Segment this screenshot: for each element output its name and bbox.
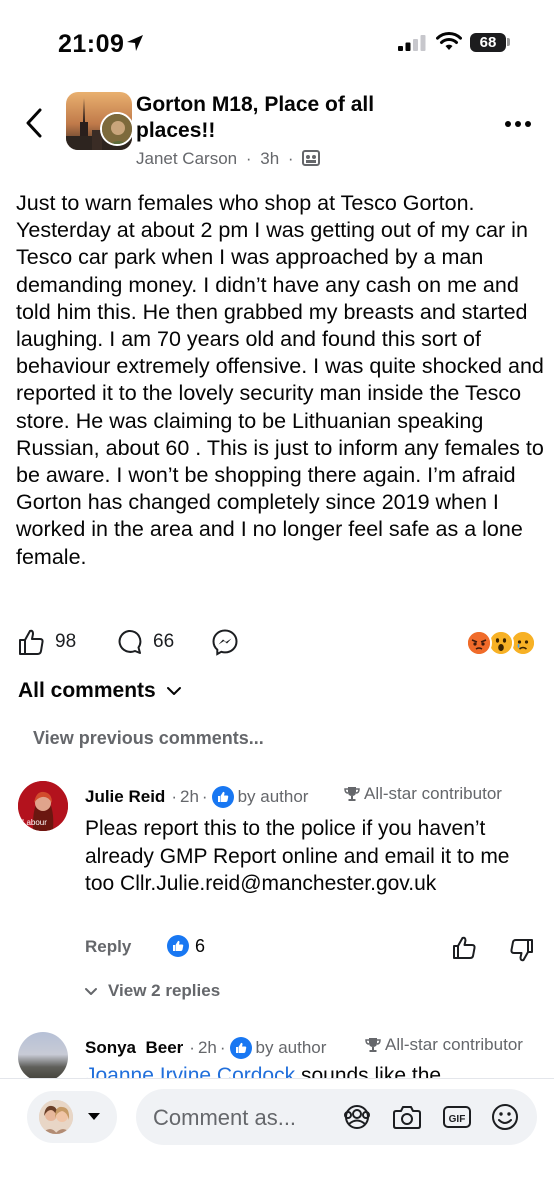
comment-like-count: 6 xyxy=(195,935,206,956)
thumbs-up-badge-icon xyxy=(211,786,234,808)
author-badge-label: by author xyxy=(255,1038,327,1057)
emoji-icon[interactable] xyxy=(490,1103,520,1131)
comment-like-button[interactable] xyxy=(451,935,477,961)
comment-button[interactable]: 66 xyxy=(115,628,174,656)
caret-down-icon xyxy=(88,1113,100,1120)
view-previous-comments-link[interactable]: View previous comments... xyxy=(33,728,264,749)
comment-text: Pleas report this to the police if you h… xyxy=(85,817,510,895)
composer-avatar xyxy=(39,1100,73,1134)
clock: 21:09 xyxy=(58,30,125,58)
comment-actions: Reply 6 xyxy=(85,935,545,965)
reply-button[interactable]: Reply xyxy=(85,937,131,957)
more-horizontal-icon xyxy=(505,121,531,127)
composer-photo-image xyxy=(39,1100,73,1134)
contributor-badge-label: All-star contributor xyxy=(385,1035,523,1054)
battery-cap xyxy=(507,38,510,46)
comment-header: Sonya Beer · 2h · by author xyxy=(85,1037,326,1059)
commenter-avatar[interactable]: Labour xyxy=(18,781,68,831)
messenger-icon xyxy=(212,629,238,656)
chevron-down-icon xyxy=(166,687,181,695)
location-arrow-icon xyxy=(127,35,143,51)
view-replies-link[interactable]: View 2 replies xyxy=(84,981,220,1001)
like-reaction-icon xyxy=(167,935,189,957)
reaction-bar: 98 66 xyxy=(0,624,554,660)
commenter-name[interactable]: Julie Reid xyxy=(85,787,165,807)
author-name[interactable]: Janet Carson xyxy=(136,149,237,168)
contributor-badge-label: All-star contributor xyxy=(364,784,502,803)
author-badge-label: by author xyxy=(237,787,309,806)
battery-indicator: 68 xyxy=(470,33,506,52)
comment-separator: · xyxy=(219,1038,226,1057)
comment-composer: Comment as... GIF xyxy=(0,1078,554,1200)
camera-icon[interactable] xyxy=(392,1103,422,1131)
view-replies-label: View 2 replies xyxy=(108,981,221,1000)
angry-reaction-icon xyxy=(466,630,492,656)
labour-logo-text: Labour xyxy=(22,818,47,827)
all-star-contributor-badge: All-star contributor xyxy=(364,1035,523,1055)
chevron-down-icon xyxy=(85,987,97,995)
reaction-summary[interactable] xyxy=(466,630,540,656)
comment-count: 66 xyxy=(153,631,175,652)
group-members-icon xyxy=(302,150,321,166)
more-options-button[interactable] xyxy=(504,112,532,128)
author-avatar[interactable] xyxy=(100,112,134,146)
wifi-icon xyxy=(436,32,462,50)
group-name[interactable]: Gorton M18, Place of all places!! xyxy=(136,92,436,144)
all-star-contributor-badge: All-star contributor xyxy=(343,784,502,804)
commenter-photo-image: Labour xyxy=(18,781,68,831)
like-button[interactable]: 98 xyxy=(17,628,76,656)
commenter-avatar[interactable] xyxy=(18,1032,68,1082)
identity-switcher[interactable] xyxy=(27,1091,117,1143)
author-badge: by author xyxy=(211,786,309,808)
comment-text-rest: sounds like the xyxy=(295,1064,442,1078)
messenger-share-button[interactable] xyxy=(211,628,249,656)
thumbs-up-icon xyxy=(19,629,44,655)
signal-icon xyxy=(398,35,426,51)
trophy-icon xyxy=(344,787,360,801)
comment-placeholder: Comment as... xyxy=(153,1105,297,1130)
comment-separator: · xyxy=(201,787,208,806)
like-count: 98 xyxy=(55,631,77,652)
comment-time[interactable]: 2h xyxy=(180,787,199,807)
avatar-sticker-icon[interactable] xyxy=(342,1103,372,1131)
thumbs-up-badge-icon xyxy=(229,1037,252,1059)
comment-input[interactable]: Comment as... GIF xyxy=(136,1089,537,1145)
post-age[interactable]: 3h xyxy=(260,149,279,168)
svg-text:GIF: GIF xyxy=(449,1114,466,1125)
comment-dislike-button[interactable] xyxy=(509,937,535,963)
status-bar: 21:09 68 xyxy=(0,0,554,84)
trophy-icon xyxy=(365,1038,381,1052)
gif-icon[interactable]: GIF xyxy=(442,1103,472,1131)
comment-separator: · xyxy=(171,787,177,806)
comment-separator: · xyxy=(189,1038,195,1057)
comment-header: Julie Reid · 2h · by author xyxy=(85,786,308,808)
comment-like-summary[interactable]: 6 xyxy=(167,935,205,957)
post-meta: Janet Carson · 3h · xyxy=(136,149,321,169)
post-header: Gorton M18, Place of all places!! Janet … xyxy=(0,84,554,174)
meta-separator: · xyxy=(287,149,294,168)
mention-link[interactable]: Joanne Irvine Cordock xyxy=(85,1064,295,1078)
comments-filter-dropdown[interactable]: All comments xyxy=(18,679,182,703)
commenter-name[interactable]: Sonya Beer xyxy=(85,1038,183,1058)
meta-separator: · xyxy=(245,149,252,168)
comment-bubble-icon xyxy=(118,629,142,654)
comments-filter-label: All comments xyxy=(18,679,156,702)
chevron-left-icon[interactable] xyxy=(22,106,46,140)
author-badge: by author xyxy=(229,1037,327,1059)
comment-text: Joanne Irvine Cordock sounds like the xyxy=(85,1060,545,1078)
post-body: Just to warn females who shop at Tesco G… xyxy=(16,191,544,569)
comment-time[interactable]: 2h xyxy=(198,1038,217,1058)
